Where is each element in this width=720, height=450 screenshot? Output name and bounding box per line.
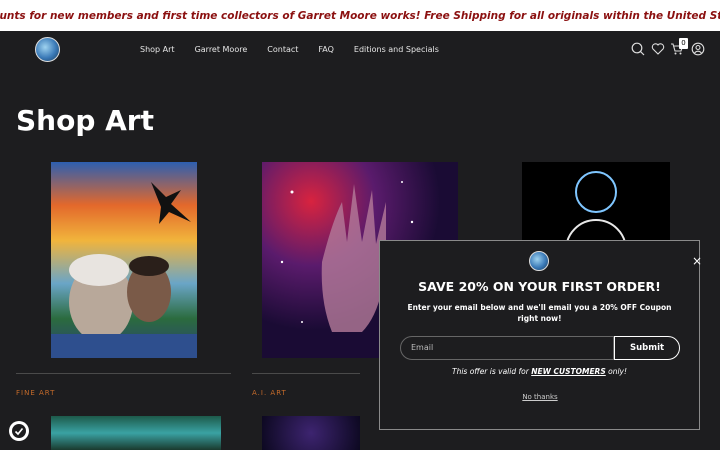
cart-count-badge: 0	[679, 38, 688, 49]
product-divider-1	[16, 373, 231, 374]
nav-editions-specials[interactable]: Editions and Specials	[354, 45, 439, 54]
offer-validity-text: This offer is valid for NEW CUSTOMERS on…	[451, 367, 628, 376]
no-thanks-link[interactable]: No thanks	[520, 393, 560, 401]
accessibility-button[interactable]	[9, 421, 29, 441]
search-icon[interactable]	[631, 42, 645, 56]
product-category-fine-art[interactable]: FINE ART	[16, 389, 55, 397]
email-field[interactable]: Email	[400, 336, 614, 360]
page-title: Shop Art	[16, 104, 154, 137]
site-header: Shop Art Garret Moore Contact FAQ Editio…	[0, 31, 720, 70]
product-image-fine-art[interactable]	[51, 162, 197, 358]
main-nav: Shop Art Garret Moore Contact FAQ Editio…	[140, 45, 459, 54]
close-icon[interactable]: ×	[692, 255, 702, 267]
announcement-bar: Discounts for new members and first time…	[0, 0, 720, 31]
product-image-eclipse[interactable]	[522, 162, 670, 242]
nav-shop-art[interactable]: Shop Art	[140, 45, 175, 54]
nav-contact[interactable]: Contact	[267, 45, 298, 54]
nav-garret-moore[interactable]: Garret Moore	[195, 45, 248, 54]
heart-icon[interactable]	[651, 42, 665, 56]
submit-button[interactable]: Submit	[614, 336, 680, 360]
popup-logo	[529, 251, 549, 271]
new-customers-link: NEW CUSTOMERS	[531, 367, 606, 376]
popup-heading: SAVE 20% ON YOUR FIRST ORDER!	[418, 279, 661, 294]
popup-subtext: Enter your email below and we'll email y…	[407, 303, 672, 323]
nav-faq[interactable]: FAQ	[318, 45, 334, 54]
product-divider-2	[252, 373, 360, 374]
product-image-cosmic[interactable]	[262, 416, 360, 450]
header-icons: 0	[630, 38, 710, 60]
site-logo[interactable]	[35, 37, 60, 62]
accessibility-icon	[12, 424, 26, 438]
product-image-landscape[interactable]	[51, 416, 221, 450]
account-icon[interactable]	[691, 42, 705, 56]
announcement-text: Discounts for new members and first time…	[0, 9, 720, 22]
product-category-ai-art[interactable]: A.I. ART	[252, 389, 287, 397]
